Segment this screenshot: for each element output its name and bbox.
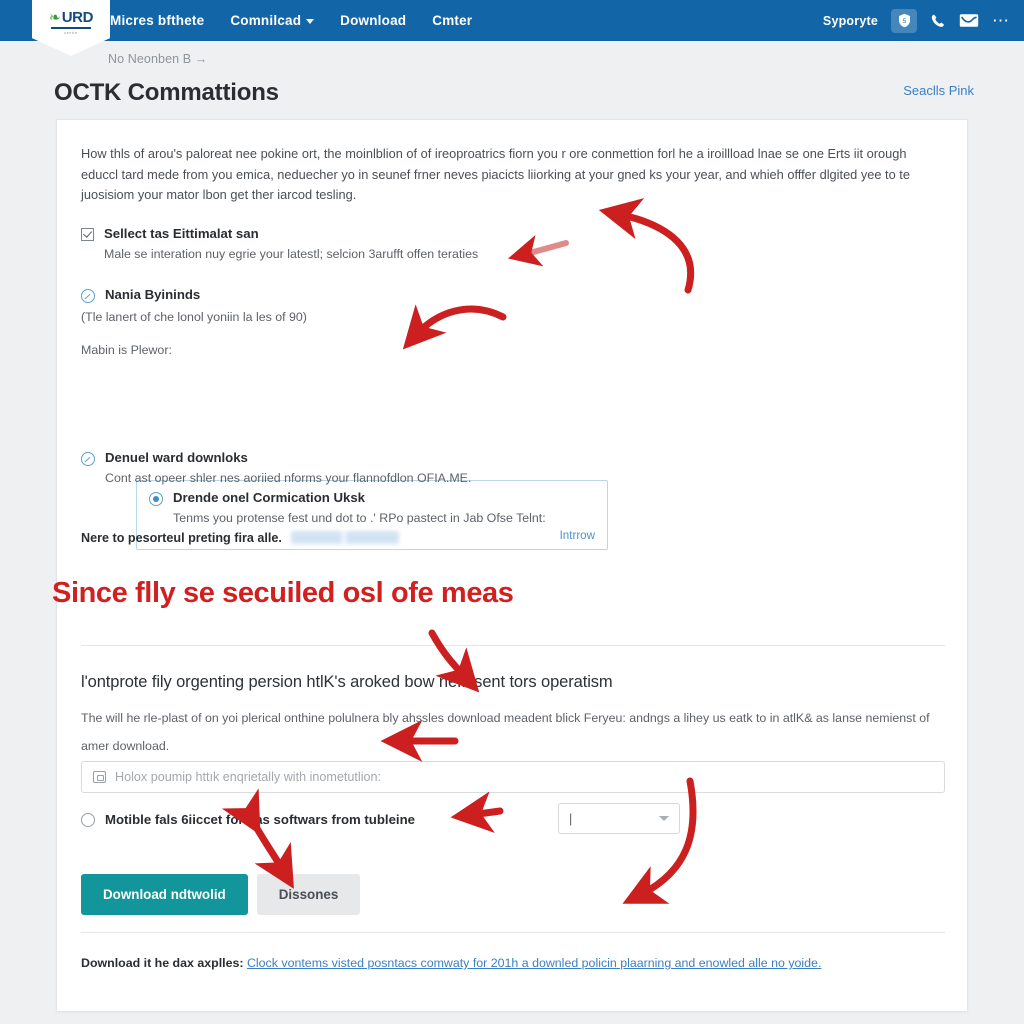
footer-divider (81, 932, 945, 933)
logo-word: URD (61, 9, 94, 26)
dismiss-button[interactable]: Dissones (256, 874, 361, 915)
logo-underline (51, 27, 91, 29)
user-label[interactable]: Syporyte (823, 14, 878, 28)
footer-label: Download it he dax axplles: (81, 956, 244, 970)
image-placeholder-icon (93, 771, 106, 783)
option-description: Tenms you protense fest und dot to .' RP… (173, 511, 546, 525)
nav-link-label: Micres bfthete (110, 13, 205, 28)
select-value: | (569, 811, 573, 826)
nav-link-label: Download (340, 13, 407, 28)
option-description: Male se interation nuy egrie your latest… (104, 247, 479, 261)
selected-option-row[interactable]: Drende onel Cormication Uksk Tenms you p… (149, 490, 595, 527)
option-row-nania-byininds[interactable]: Nania Byininds (81, 287, 641, 303)
site-logo[interactable]: ❧ URD centre (32, 0, 110, 56)
nav-link-download[interactable]: Download (340, 13, 406, 28)
option-description: Cont ast opeer shler nes aoriied nforms … (105, 471, 472, 485)
radio-slash-icon[interactable] (81, 452, 95, 466)
selected-option-inner: Drende onel Cormication Uksk Tenms you p… (137, 481, 607, 536)
checkbox-checked-icon[interactable] (81, 228, 94, 241)
more-options-icon[interactable]: ⋯ (992, 12, 1010, 29)
option-title: Nania Byininds (105, 287, 201, 302)
header-right-link[interactable]: Seaclls Pink (903, 83, 974, 98)
option-sub-note: (Tle lanert of che lonol yoniin la les o… (81, 310, 307, 324)
footer-link[interactable]: Clock vontems visted posntacs comwaty fo… (247, 956, 821, 970)
logo-row: ❧ URD (48, 9, 94, 26)
chevron-down-icon (306, 19, 315, 24)
nav-link-comnilcad[interactable]: Comnilcad (230, 13, 315, 28)
option-text-block: Sellect tas Eittimalat san Male se inter… (104, 226, 478, 263)
option-text-block: Denuel ward downloks Cont ast opeer shle… (105, 450, 471, 487)
action-buttons: Download ndtwolid Dissones (81, 874, 361, 915)
logo-subtitle: centre (64, 30, 78, 35)
download-button[interactable]: Download ndtwolid (81, 874, 248, 915)
option-title: Motible fals 6iiccet forn as softwars fr… (105, 812, 415, 827)
redacted-link (291, 531, 400, 544)
radio-selected-icon[interactable] (149, 492, 163, 506)
leaf-icon: ❧ (48, 9, 61, 25)
page-title: OCTK Commattions (54, 79, 279, 106)
option-title: Denuel ward downloks (105, 450, 248, 465)
radio-unselected-icon[interactable] (81, 812, 95, 827)
nav-link-micres[interactable]: Micres bfthete (110, 13, 204, 28)
option-row-motible-software[interactable]: Motible fals 6iiccet forn as softwars fr… (81, 812, 415, 827)
nav-link-cmter[interactable]: Cmter (432, 13, 472, 28)
option-text-block: Nania Byininds (105, 287, 200, 303)
nav-link-label: Comnilcad (230, 13, 302, 28)
annotation-headline: Since flly se secuiled osl ofe meas (52, 577, 514, 609)
sub-label: Mabin is Plewor: (81, 343, 172, 357)
quantity-select[interactable]: | (558, 803, 680, 834)
nav-link-label: Cmter (432, 13, 473, 28)
footer-note: Download it he dax axplles: Clock vontem… (81, 951, 861, 976)
option-title: Sellect tas Eittimalat san (104, 226, 259, 241)
option-row-denuel-downloks[interactable]: Denuel ward downloks Cont ast opeer shle… (81, 450, 701, 487)
section-description: The will he rle-plast of on yoi plerical… (81, 711, 930, 753)
option-title: Drende onel Cormication Uksk (173, 490, 365, 505)
section-divider (81, 645, 945, 646)
chevron-down-icon (659, 816, 669, 821)
top-navigation-bar: Micres bfthete Comnilcad Download Cmter … (0, 0, 1024, 41)
main-content-card: How thls of arou's paloreat nee pokine o… (56, 119, 968, 1012)
radio-slash-icon[interactable] (81, 289, 95, 303)
shield-lock-icon[interactable]: 5 (891, 8, 917, 33)
redacted-text-row: Nere to pesorteul preting fira alle. (81, 531, 400, 545)
option-text-block: Drende onel Cormication Uksk Tenms you p… (173, 490, 546, 527)
nav-right-cluster: Syporyte 5 ⋯ (823, 0, 1010, 41)
envelope-icon[interactable] (959, 13, 979, 28)
search-input[interactable]: Holox­ poumip httık enqrietally with ino… (81, 761, 945, 793)
section-title: l'ontprote fily orgenting persion htlK's… (81, 673, 613, 691)
option-row-select-estimate[interactable]: Sellect tas Eittimalat san Male se inter… (81, 226, 641, 263)
phone-icon[interactable] (930, 13, 946, 29)
redacted-label: Nere to pesorteul preting fira alle. (81, 531, 282, 545)
selected-option-link[interactable]: Intrrow (560, 529, 595, 542)
intro-paragraph: How thls of arou's paloreat nee pokine o… (81, 146, 910, 202)
breadcrumb[interactable]: No Neonben B → (108, 52, 207, 66)
input-placeholder: Holox­ poumip httık enqrietally with ino… (115, 770, 381, 784)
